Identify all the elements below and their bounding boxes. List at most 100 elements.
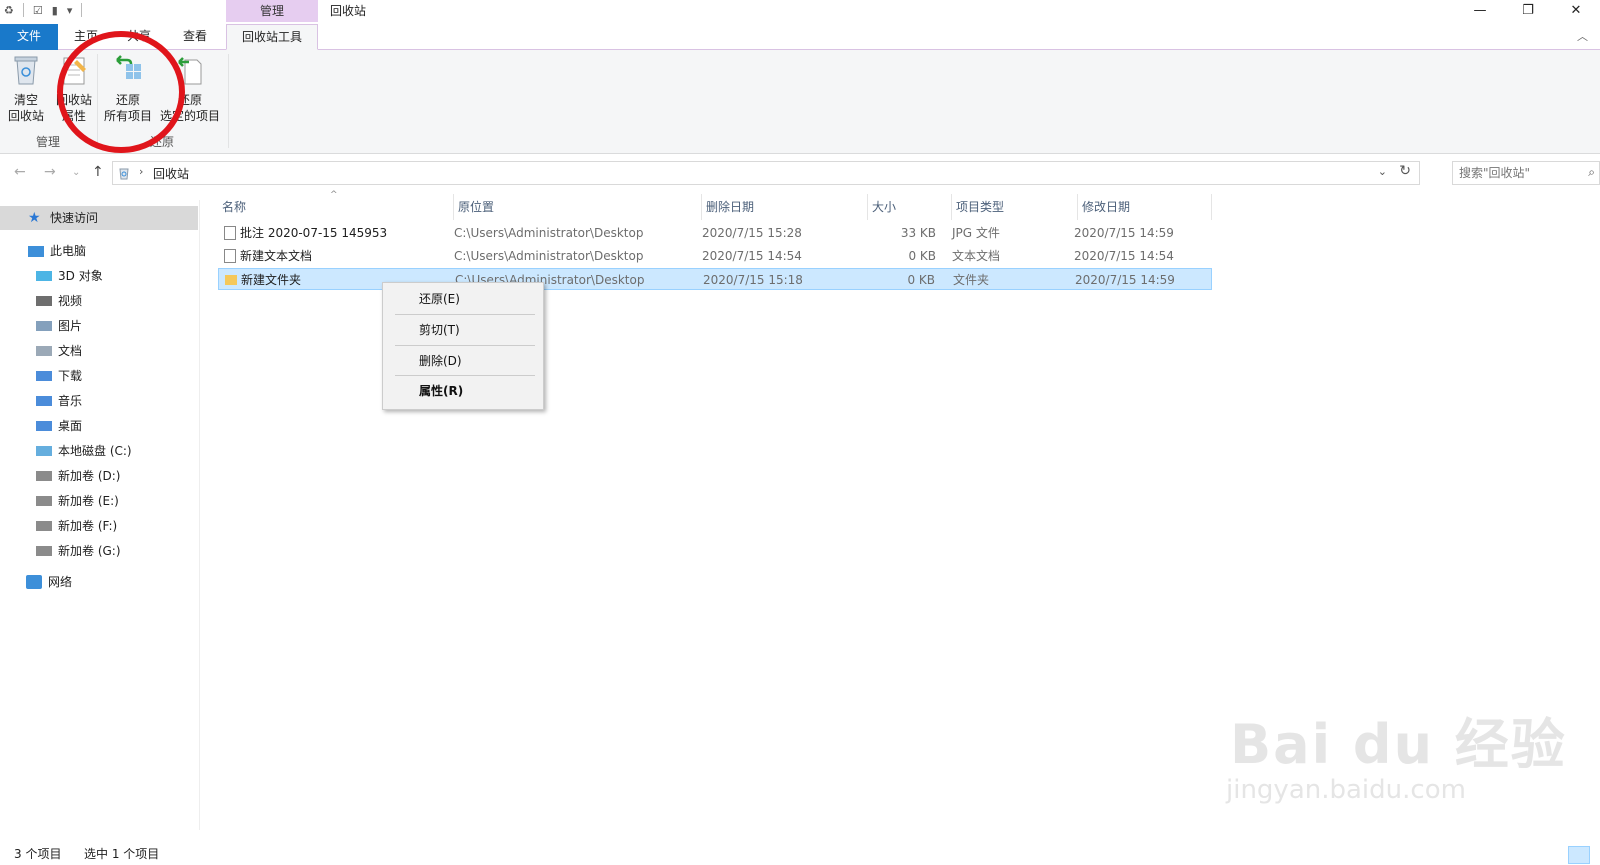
network-icon [26, 575, 42, 589]
context-menu: 还原(E) 剪切(T) 删除(D) 属性(R) [382, 282, 544, 410]
red-annotation-circle [57, 31, 185, 153]
file-deleted-date: 2020/7/15 14:54 [702, 249, 802, 263]
ribbon: 清空 回收站 回收站 属性 管理 还原 所有项目 还原 选定的项目 还原 [0, 50, 1600, 154]
search-input[interactable] [1453, 162, 1573, 184]
sidebar-item-quick-access[interactable]: ★ 快速访问 [0, 206, 198, 230]
file-name: 批注 2020-07-15 145953 [240, 226, 388, 240]
back-arrow-icon[interactable]: ← [14, 164, 26, 180]
3d-objects-icon [36, 271, 52, 281]
sidebar-item[interactable]: 新加卷 (D:) [0, 464, 198, 488]
context-tab-group-label: 管理 [226, 0, 318, 22]
new-folder-qat-icon[interactable]: ▮ [52, 4, 58, 17]
recycle-bin-icon [119, 168, 129, 180]
sidebar-item[interactable]: 本地磁盘 (C:) [0, 439, 198, 463]
address-bar[interactable]: › 回收站 ⌄ ↻ [112, 161, 1420, 185]
local-disk-icon [36, 446, 52, 456]
sidebar-item[interactable]: 新加卷 (E:) [0, 489, 198, 513]
sort-ascending-icon: ^ [330, 190, 338, 200]
search-icon[interactable]: ⌕ [1588, 165, 1595, 180]
details-view-icon[interactable] [1568, 846, 1590, 864]
sidebar-item[interactable]: 下载 [0, 364, 198, 388]
drive-icon [36, 546, 52, 556]
forward-arrow-icon[interactable]: → [44, 164, 56, 180]
address-row: ← → ⌄ ↑ › 回收站 ⌄ ↻ ⌕ [0, 158, 1600, 188]
title-bar: ♻ ☑ ▮ ▾ 管理 回收站 — ❐ ✕ [0, 0, 1600, 22]
sidebar-item[interactable]: 桌面 [0, 414, 198, 438]
divider [22, 3, 24, 17]
quick-access-toolbar: ♻ ☑ ▮ ▾ [4, 3, 83, 17]
customize-qat-icon[interactable]: ▾ [67, 4, 73, 17]
sidebar-item[interactable]: 文档 [0, 339, 198, 363]
collapse-ribbon-icon[interactable]: ︿ [1577, 28, 1588, 44]
file-original-location: C:\Users\Administrator\Desktop [454, 226, 644, 240]
properties-qat-icon[interactable]: ☑ [33, 4, 43, 17]
maximize-button[interactable]: ❐ [1504, 0, 1552, 22]
music-icon [36, 396, 52, 406]
navigation-pane: ★ 快速访问 此电脑 3D 对象 视频 图片 文档 下载 音乐 桌面 本地磁盘 (C:) 新加卷… [0, 200, 200, 830]
file-size: 0 KB [907, 273, 935, 287]
file-type: JPG 文件 [952, 226, 1000, 240]
pictures-icon [36, 321, 52, 331]
file-row[interactable]: 新建文件夹 C:\Users\Administrator\Desktop 2020/… [218, 268, 1212, 290]
item-count: 3 个项目 [14, 847, 62, 861]
column-header-modified[interactable]: 修改日期 [1078, 194, 1212, 220]
downloads-icon [36, 371, 52, 381]
column-header-size[interactable]: 大小 [868, 194, 952, 220]
close-button[interactable]: ✕ [1552, 0, 1600, 22]
sidebar-item[interactable]: 图片 [0, 314, 198, 338]
search-box[interactable]: ⌕ [1452, 161, 1600, 185]
computer-icon [28, 245, 44, 257]
sidebar-item[interactable]: 新加卷 (G:) [0, 539, 198, 563]
menu-item-properties[interactable]: 属性(R) [383, 379, 543, 403]
file-name: 新建文本文档 [240, 249, 313, 263]
tab-recycle-bin-tools[interactable]: 回收站工具 [226, 24, 318, 50]
breadcrumb-chevron-icon[interactable]: › [139, 165, 143, 178]
menu-separator [395, 345, 535, 346]
breadcrumb[interactable]: 回收站 [153, 165, 189, 182]
up-arrow-icon[interactable]: ↑ [92, 164, 104, 180]
sidebar-item-network[interactable]: 网络 [0, 570, 198, 594]
sidebar-item[interactable]: 视频 [0, 289, 198, 313]
file-row[interactable]: 批注 2020-07-15 145953 C:\Users\Administrat… [218, 222, 1212, 244]
sidebar-item[interactable]: 3D 对象 [0, 264, 198, 288]
menu-separator [395, 375, 535, 376]
star-icon: ★ [28, 210, 41, 226]
drive-icon [36, 471, 52, 481]
folder-icon [225, 275, 237, 285]
recycle-bin-icon [14, 56, 38, 85]
address-dropdown-icon[interactable]: ⌄ [1378, 165, 1387, 178]
image-file-icon [224, 226, 236, 240]
file-type: 文本文档 [952, 249, 1001, 263]
divider [81, 3, 83, 17]
drive-icon [36, 496, 52, 506]
column-header-location[interactable]: 原位置 [454, 194, 702, 220]
refresh-icon[interactable]: ↻ [1399, 163, 1411, 179]
file-size: 0 KB [908, 249, 936, 263]
sidebar-item[interactable]: 音乐 [0, 389, 198, 413]
file-deleted-date: 2020/7/15 15:28 [702, 226, 802, 240]
file-modified-date: 2020/7/15 14:59 [1075, 273, 1175, 287]
sidebar-item-this-pc[interactable]: 此电脑 [0, 239, 198, 263]
menu-item-delete[interactable]: 删除(D) [383, 349, 543, 373]
ribbon-tab-row: 文件 主页 共享 查看 回收站工具 ︿ [0, 24, 1600, 50]
file-type: 文件夹 [953, 273, 990, 287]
baidu-watermark: Bai du 经验 jingyan.baidu.com [1226, 713, 1567, 805]
file-original-location: C:\Users\Administrator\Desktop [454, 249, 644, 263]
menu-item-cut[interactable]: 剪切(T) [383, 318, 543, 342]
documents-icon [36, 346, 52, 356]
tab-view[interactable]: 查看 [172, 24, 218, 50]
minimize-button[interactable]: — [1456, 0, 1504, 22]
recent-locations-icon[interactable]: ⌄ [72, 167, 80, 178]
column-header-type[interactable]: 项目类型 [952, 194, 1078, 220]
sidebar-item[interactable]: 新加卷 (F:) [0, 514, 198, 538]
group-divider [228, 54, 229, 148]
file-row[interactable]: 新建文本文档 C:\Users\Administrator\Desktop 2020… [218, 245, 1212, 267]
menu-separator [395, 314, 535, 315]
empty-recycle-bin-button[interactable]: 清空 回收站 [6, 54, 46, 124]
desktop-icon [36, 421, 52, 431]
window-title: 回收站 [330, 4, 367, 18]
tab-file[interactable]: 文件 [0, 24, 58, 50]
file-modified-date: 2020/7/15 14:59 [1074, 226, 1174, 240]
column-header-deleted[interactable]: 删除日期 [702, 194, 868, 220]
menu-item-restore[interactable]: 还原(E) [383, 287, 543, 311]
